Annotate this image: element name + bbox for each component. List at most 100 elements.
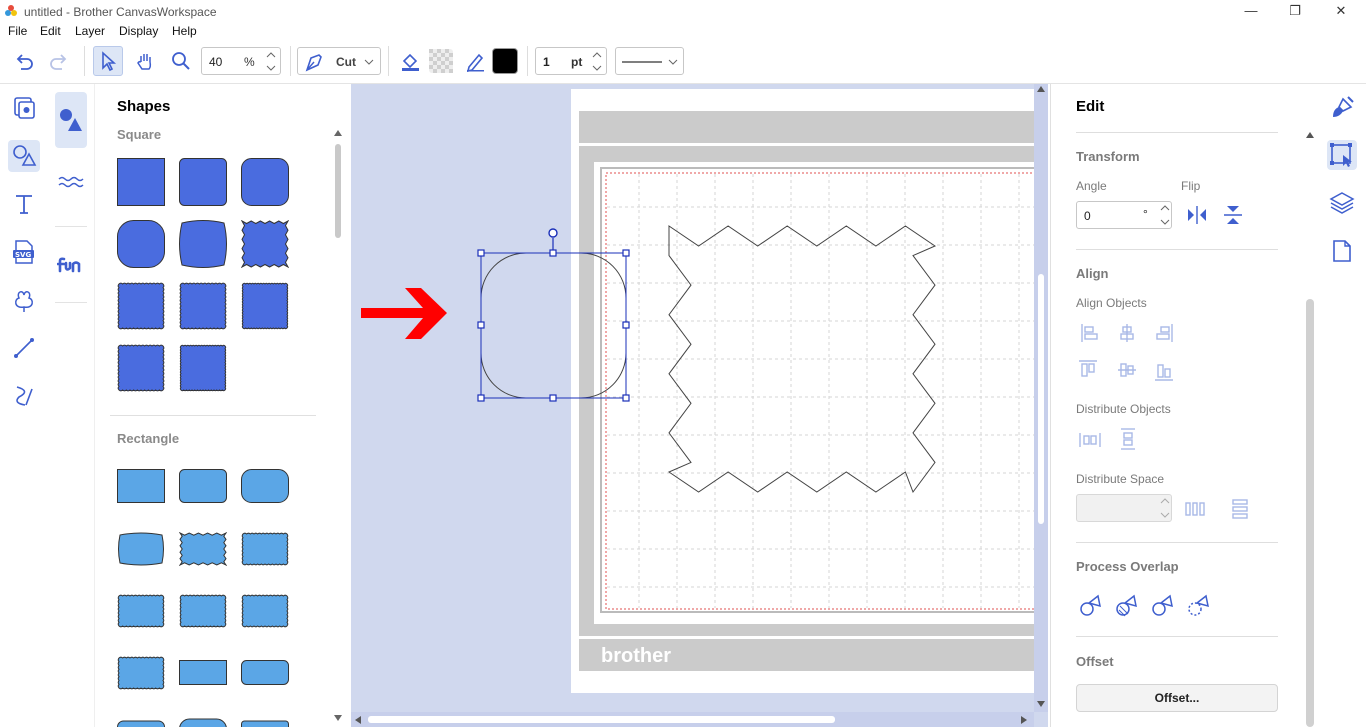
align-center-horizontal-icon[interactable] xyxy=(1120,324,1134,342)
rectangle-shape-partial[interactable] xyxy=(117,718,165,727)
close-button[interactable]: ✕ xyxy=(1326,2,1356,22)
wide-rectangle-shape[interactable] xyxy=(179,660,227,686)
fill-color-button[interactable] xyxy=(395,46,425,76)
edit-selection-button[interactable] xyxy=(1327,140,1357,170)
wide-rounded-rectangle-shape[interactable] xyxy=(241,660,289,686)
chevron-down-icon[interactable] xyxy=(1160,512,1170,518)
menu-help[interactable]: Help xyxy=(172,24,197,38)
project-button[interactable] xyxy=(8,92,40,124)
rounded-rectangle-shape[interactable] xyxy=(179,469,227,503)
scrollbar-thumb[interactable] xyxy=(335,144,341,238)
weld-icon[interactable] xyxy=(1080,594,1101,616)
chevron-down-icon[interactable] xyxy=(1160,219,1170,225)
fill-transparent-swatch[interactable] xyxy=(426,46,456,76)
stroke-color-button[interactable] xyxy=(460,46,490,76)
cut-mode-select[interactable]: Cut xyxy=(297,47,381,75)
zoom-up-arrow[interactable] xyxy=(262,48,280,61)
rectangle-shape-partial[interactable] xyxy=(179,716,227,727)
align-left-icon[interactable] xyxy=(1081,324,1098,342)
distribute-space-stepper[interactable] xyxy=(1076,494,1172,522)
minimize-button[interactable]: — xyxy=(1236,2,1266,22)
scalloped-square-shape[interactable] xyxy=(241,282,289,330)
bulged-rectangle-shape[interactable] xyxy=(117,532,165,566)
scroll-left-arrow-icon[interactable] xyxy=(355,716,361,724)
wavy-square-shape[interactable] xyxy=(117,344,165,392)
scroll-up-arrow-icon[interactable] xyxy=(334,130,342,136)
page-button[interactable] xyxy=(1327,236,1357,266)
canvas-area[interactable]: brother xyxy=(351,84,1048,727)
zigzag-square-shape[interactable] xyxy=(241,220,289,268)
paint-brush-button[interactable] xyxy=(1327,93,1357,123)
bulged-square-shape[interactable] xyxy=(179,220,227,268)
distribute-horizontal-icon[interactable] xyxy=(1079,433,1101,447)
rounded-square-shape[interactable] xyxy=(179,158,227,206)
angle-stepper[interactable]: 0 ° xyxy=(1076,201,1172,229)
resize-handle[interactable] xyxy=(549,394,557,402)
scrollbar-thumb[interactable] xyxy=(1038,274,1044,524)
category-fun[interactable] xyxy=(55,249,87,281)
resize-handle[interactable] xyxy=(549,249,557,257)
chevron-up-icon[interactable] xyxy=(1160,498,1170,504)
shapes-scrollbar[interactable] xyxy=(332,130,344,725)
curve-tool-button[interactable] xyxy=(8,380,40,412)
edit-panel-scrollbar-thumb[interactable] xyxy=(1306,299,1314,727)
resize-handle[interactable] xyxy=(622,249,630,257)
scroll-up-arrow-icon[interactable] xyxy=(1037,86,1045,92)
stamp-rectangle-shape[interactable] xyxy=(117,656,165,690)
select-tool-button[interactable] xyxy=(93,46,123,76)
flip-vertical-icon[interactable] xyxy=(1222,204,1244,226)
rectangle-shape-partial[interactable] xyxy=(241,718,289,727)
rounded-square-shape[interactable] xyxy=(241,158,289,206)
intersect-icon[interactable] xyxy=(1188,594,1209,616)
space-horizontal-icon[interactable] xyxy=(1185,502,1205,516)
scroll-down-arrow-icon[interactable] xyxy=(334,715,342,721)
distribute-vertical-icon[interactable] xyxy=(1121,428,1135,450)
line-width-up-arrow[interactable] xyxy=(588,48,606,61)
redo-button[interactable] xyxy=(44,46,74,76)
scroll-up-arrow-icon[interactable] xyxy=(1306,132,1314,138)
scalloped-square-shape[interactable] xyxy=(179,282,227,330)
scalloped-rectangle-shape[interactable] xyxy=(117,594,165,628)
scrollbar-thumb[interactable] xyxy=(368,716,835,723)
category-borders[interactable] xyxy=(55,166,87,198)
pattern-button[interactable] xyxy=(8,284,40,316)
resize-handle[interactable] xyxy=(622,321,630,329)
menu-layer[interactable]: Layer xyxy=(75,24,105,38)
zoom-down-arrow[interactable] xyxy=(262,61,280,74)
stroke-color-swatch[interactable] xyxy=(492,48,518,74)
scroll-down-arrow-icon[interactable] xyxy=(1037,701,1045,707)
scroll-right-arrow-icon[interactable] xyxy=(1021,716,1027,724)
menu-display[interactable]: Display xyxy=(119,24,158,38)
layers-button[interactable] xyxy=(1327,188,1357,218)
scalloped-square-shape[interactable] xyxy=(117,282,165,330)
shapes-tool-button[interactable] xyxy=(8,140,40,172)
undo-button[interactable] xyxy=(9,46,39,76)
canvas-vertical-scrollbar[interactable] xyxy=(1034,84,1048,712)
canvas-horizontal-scrollbar[interactable] xyxy=(351,712,1034,727)
line-width-down-arrow[interactable] xyxy=(588,61,606,74)
subtract-icon[interactable] xyxy=(1152,594,1173,616)
restore-button[interactable]: ❐ xyxy=(1280,2,1310,22)
zoom-tool-button[interactable] xyxy=(166,46,196,76)
scalloped-rectangle-shape[interactable] xyxy=(241,594,289,628)
combine-icon[interactable] xyxy=(1116,594,1137,617)
align-right-icon[interactable] xyxy=(1156,324,1173,342)
align-bottom-icon[interactable] xyxy=(1155,364,1173,381)
rectangle-shape[interactable] xyxy=(117,469,165,503)
line-width-stepper[interactable]: 1 pt xyxy=(535,47,607,75)
menu-file[interactable]: File xyxy=(8,24,27,38)
rounded-square-shape[interactable] xyxy=(117,220,165,268)
stamp-square-shape[interactable] xyxy=(179,344,227,392)
zigzag-rectangle-shape[interactable] xyxy=(179,532,227,566)
chevron-up-icon[interactable] xyxy=(1160,205,1170,211)
space-vertical-icon[interactable] xyxy=(1232,499,1248,519)
resize-handle[interactable] xyxy=(477,249,485,257)
rounded-rectangle-shape[interactable] xyxy=(241,469,289,503)
scalloped-rectangle-shape[interactable] xyxy=(241,532,289,566)
svg-import-button[interactable]: SVG xyxy=(8,236,40,268)
line-style-select[interactable] xyxy=(615,47,684,75)
zoom-stepper[interactable]: 40 % xyxy=(201,47,281,75)
square-shape[interactable] xyxy=(117,158,165,206)
category-basic-shapes[interactable] xyxy=(55,92,87,148)
rotate-handle[interactable] xyxy=(548,228,558,238)
